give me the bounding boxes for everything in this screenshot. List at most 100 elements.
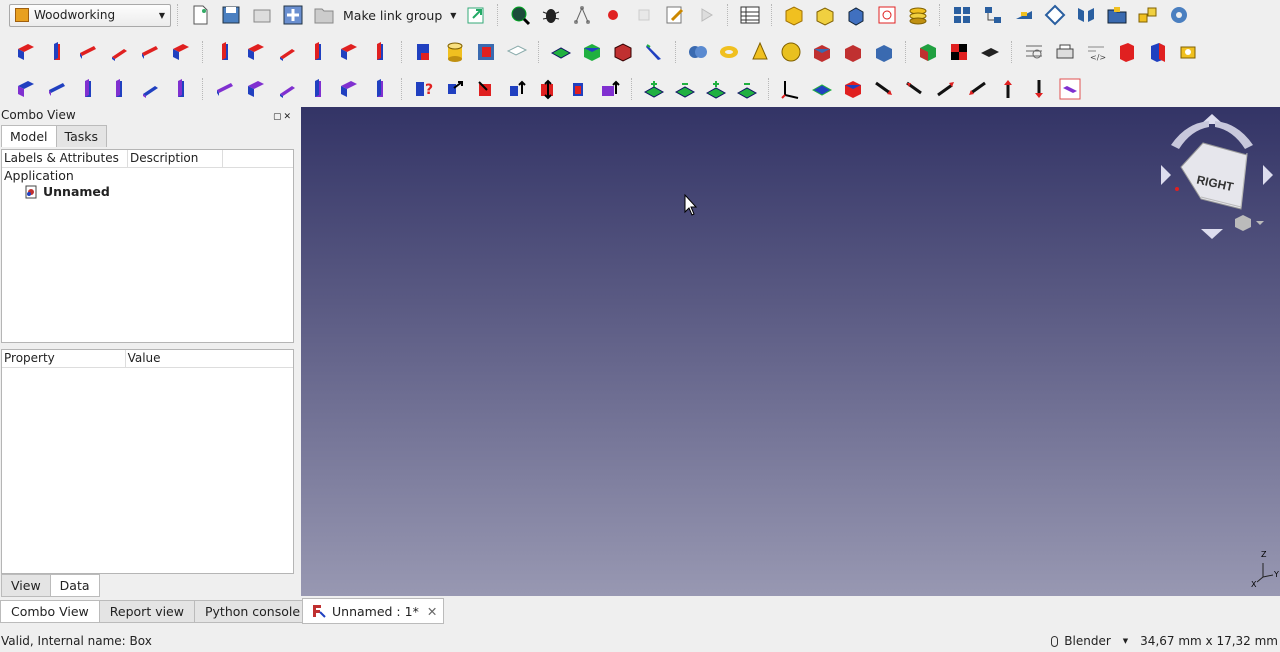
blade-icon[interactable] [638,38,669,66]
navcube-down-arrow[interactable] [1201,229,1223,239]
checker-icon[interactable] [943,38,974,66]
tree-application[interactable]: Application [2,168,293,184]
record-macro-button[interactable] [597,1,628,29]
arrow-down-right-icon[interactable] [868,75,899,103]
tree-document-row[interactable]: Unnamed [2,184,293,200]
fuse-icon[interactable] [682,38,713,66]
add-part-button[interactable] [277,1,308,29]
tab-tasks[interactable]: Tasks [55,125,108,147]
tab-view[interactable]: View [1,574,51,597]
panel-flat-icon[interactable] [134,38,165,66]
purple-angled-icon[interactable] [271,75,302,103]
tab-combo-view[interactable]: Combo View [0,600,100,623]
arrow-down-left-icon[interactable] [961,75,992,103]
property-header[interactable]: Property [2,350,126,367]
dependency-graph-icon[interactable] [566,1,597,29]
print-icon[interactable] [1049,38,1080,66]
magic-panel-icon[interactable]: ? [408,75,439,103]
move-icon[interactable] [439,75,470,103]
resize-icon[interactable] [532,75,563,103]
purple-flat-2-icon[interactable] [240,75,271,103]
panel-corner-icon[interactable] [103,38,134,66]
outline-panel-icon[interactable] [501,38,532,66]
workbench-selector[interactable]: Woodworking ▼ [9,3,171,27]
panel-narrow-icon[interactable] [364,38,395,66]
panel-long-icon[interactable] [41,38,72,66]
fillet-icon[interactable] [837,38,868,66]
new-file-button[interactable] [184,1,215,29]
chamfer-icon[interactable] [806,38,837,66]
selected-panel-icon[interactable] [1054,75,1085,103]
tab-data[interactable]: Data [49,574,100,597]
box-icon[interactable] [576,38,607,66]
panel-vertical-icon[interactable] [302,38,333,66]
make-link-group-dropdown[interactable]: Make link group ▼ [339,8,460,23]
multi-move-icon[interactable] [594,75,625,103]
cut-list-icon[interactable] [1018,38,1049,66]
diamond-icon[interactable] [1039,1,1070,29]
plus-y-icon[interactable] [700,75,731,103]
red-cube-icon[interactable] [607,38,638,66]
code-icon[interactable]: </> [1080,38,1111,66]
mirror-icon[interactable] [1070,1,1101,29]
flat-panel-2-icon[interactable] [41,75,72,103]
diagonal-panel-icon[interactable] [134,75,165,103]
navcube-left-arrow[interactable] [1161,165,1171,185]
gear-icon[interactable] [1163,1,1194,29]
grid-icon[interactable] [946,1,977,29]
thickness-icon[interactable] [868,38,899,66]
plane-icon[interactable] [545,38,576,66]
tree-header-labels[interactable]: Labels & Attributes [2,150,128,167]
panel-top-icon[interactable] [333,38,364,66]
chevron-down-icon[interactable]: ▼ [1123,637,1128,645]
arrow-down-icon[interactable] [1023,75,1054,103]
panel-default-icon[interactable] [10,38,41,66]
purple-panel-icon[interactable] [333,75,364,103]
plus-x-icon[interactable] [638,75,669,103]
cone-icon[interactable] [744,38,775,66]
arrow-up-right-icon[interactable] [930,75,961,103]
tab-python-console[interactable]: Python console [193,600,312,623]
torus-icon[interactable] [713,38,744,66]
axis-icon[interactable] [775,75,806,103]
panel-front-icon[interactable] [209,38,240,66]
arrow-up-icon[interactable] [992,75,1023,103]
upright-icon[interactable] [103,75,134,103]
run-macro-button[interactable] [690,1,721,29]
minus-y-icon[interactable] [731,75,762,103]
document-tab[interactable]: Unnamed : 1* ✕ [302,598,444,624]
parts-icon[interactable] [809,1,840,29]
red-box-icon[interactable] [837,75,868,103]
debug-bug-icon[interactable] [535,1,566,29]
folder-parts-icon[interactable] [1101,1,1132,29]
save-button[interactable] [215,1,246,29]
3d-viewport[interactable]: RIGHT Z Y X [301,107,1280,596]
body-icon[interactable] [840,1,871,29]
minus-x-icon[interactable] [669,75,700,103]
measure-icon[interactable] [1008,1,1039,29]
panel-cover-icon[interactable] [408,38,439,66]
navcube-rotate-right-arrow[interactable] [1215,121,1253,149]
move-to-edge-icon[interactable] [470,75,501,103]
color-cube-icon[interactable] [912,38,943,66]
shift-icon[interactable] [501,75,532,103]
tab-report-view[interactable]: Report view [98,600,195,623]
tab-model[interactable]: Model [1,125,57,147]
multi-parts-icon[interactable] [1132,1,1163,29]
red-panel-icon[interactable] [1111,38,1142,66]
flat-panel-icon[interactable] [10,75,41,103]
panel-side-icon[interactable] [271,38,302,66]
close-icon[interactable]: ✕ [283,112,293,122]
plate-icon[interactable] [974,38,1005,66]
panel-edge-icon[interactable] [165,38,196,66]
purple-thin-icon[interactable] [364,75,395,103]
side-panel-icon[interactable] [72,75,103,103]
nav-style-selector[interactable]: Blender [1064,634,1111,648]
blue-panel-icon[interactable] [1142,38,1173,66]
tape-measure-icon[interactable] [1173,38,1204,66]
plane-blue-icon[interactable] [806,75,837,103]
open-file-button[interactable] [246,1,277,29]
macro-edit-button[interactable] [659,1,690,29]
thin-upright-icon[interactable] [165,75,196,103]
navcube-menu-icon[interactable] [1235,215,1251,231]
